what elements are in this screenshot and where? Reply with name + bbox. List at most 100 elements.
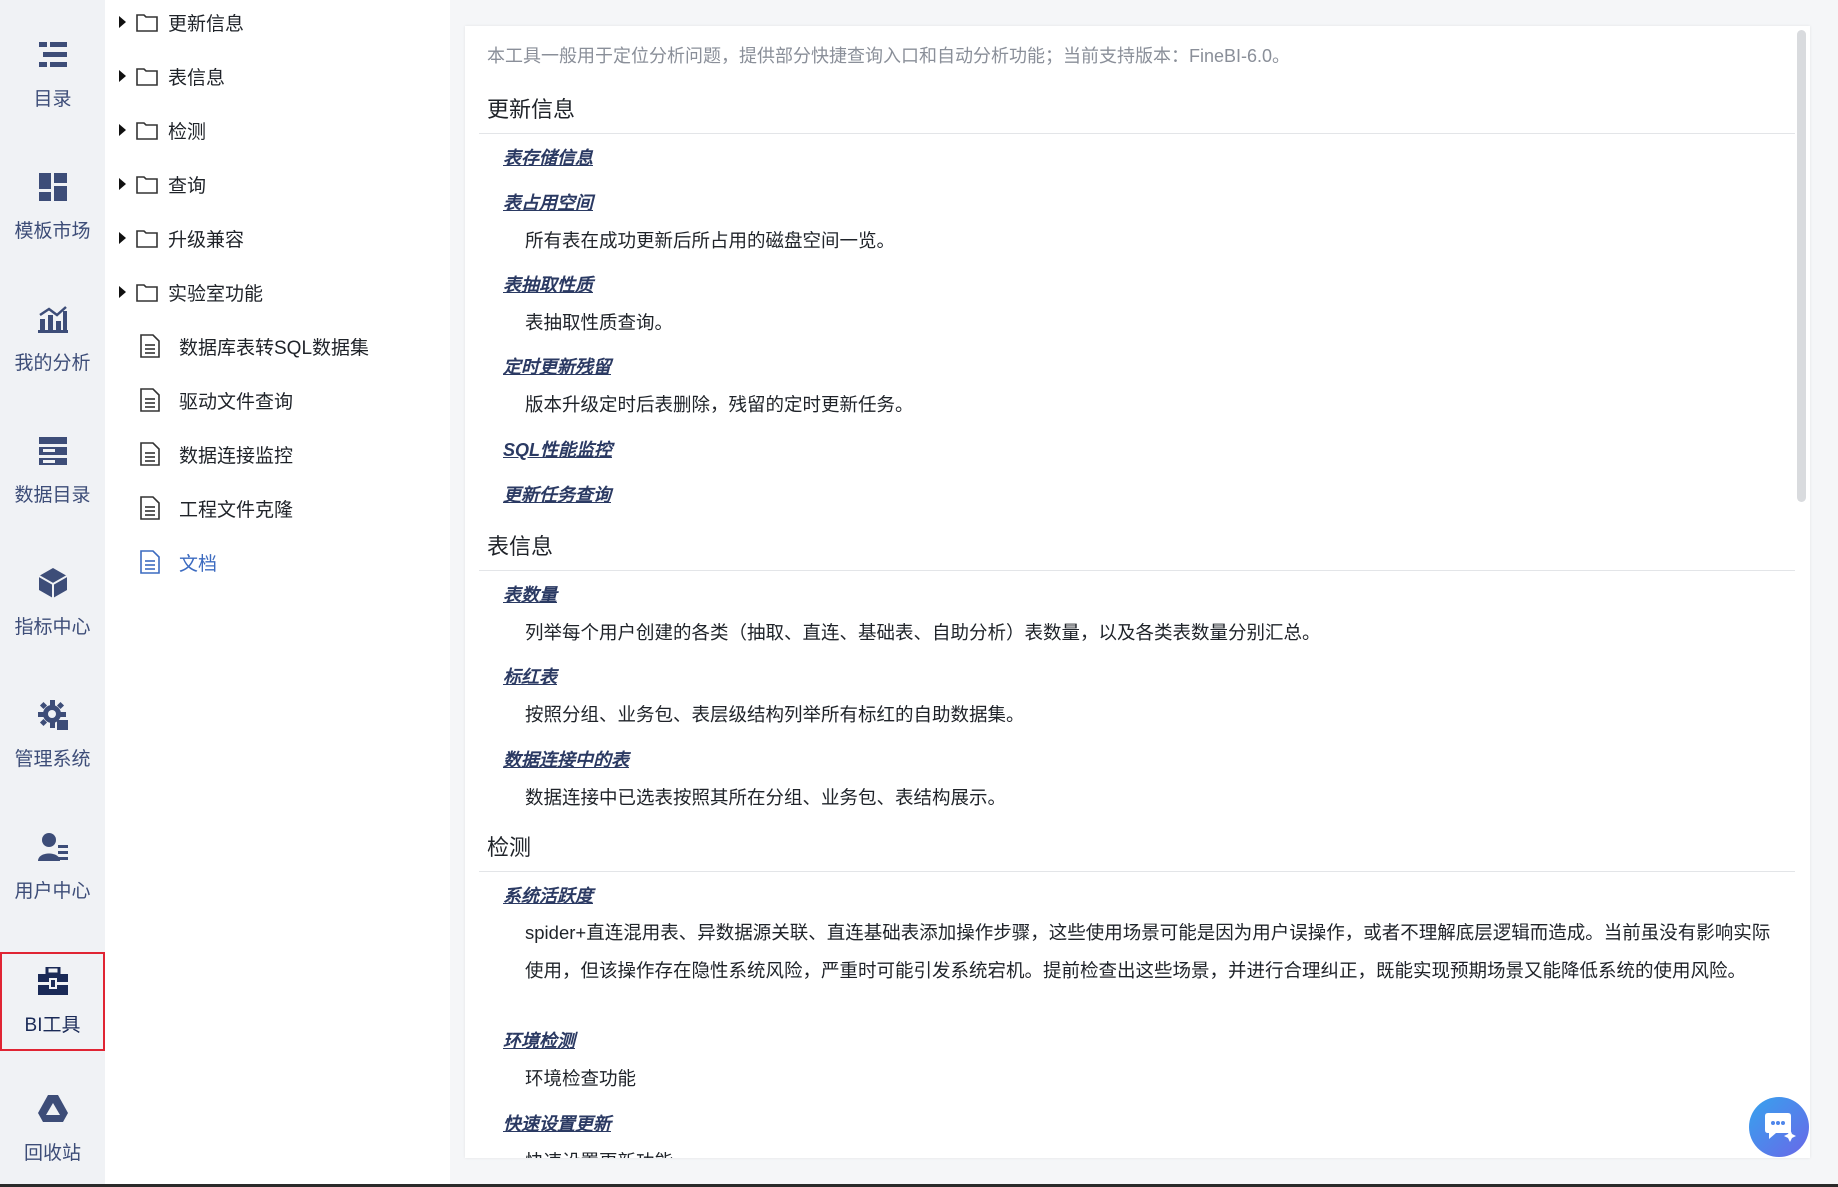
caret-right-icon[interactable] — [119, 124, 126, 136]
item-link-system-activity[interactable]: 系统活跃度 — [503, 882, 593, 908]
item-link-env-check[interactable]: 环境检测 — [503, 1027, 575, 1053]
nav-label: 指标中心 — [14, 617, 91, 638]
nav-item-metrics-center[interactable]: 指标中心 — [0, 554, 105, 653]
nav-item-bi-tools[interactable]: BI工具 — [0, 952, 105, 1051]
tree-file-label: 驱动文件查询 — [179, 391, 294, 413]
tree-folder-label: 查询 — [168, 175, 207, 197]
nav-item-my-analysis[interactable]: 我的分析 — [0, 290, 105, 389]
tree-folder-upgrade-compat[interactable]: 升级兼容 — [105, 218, 244, 258]
item-link-sql-monitor[interactable]: SQL性能监控 — [503, 436, 612, 462]
folder-icon — [136, 68, 158, 86]
nav-label: 目录 — [33, 89, 72, 110]
document-icon — [140, 496, 160, 520]
item-desc: 表抽取性质查询。 — [525, 312, 674, 333]
tree-file-label: 工程文件克隆 — [179, 499, 294, 521]
catalog-icon — [38, 40, 68, 70]
folder-icon — [136, 14, 158, 32]
tree-folder-detection[interactable]: 检测 — [105, 110, 206, 150]
tree-folder-label: 表信息 — [168, 67, 226, 89]
tree-file-project-clone[interactable]: 工程文件克隆 — [105, 488, 293, 528]
item-link-extract-nature[interactable]: 表抽取性质 — [503, 271, 593, 297]
tree-file-label: 数据库表转SQL数据集 — [179, 337, 370, 359]
data-catalog-icon — [38, 436, 68, 466]
section-divider — [479, 570, 1795, 571]
nav-item-data-catalog[interactable]: 数据目录 — [0, 422, 105, 521]
item-link-table-count[interactable]: 表数量 — [503, 581, 557, 607]
document-icon — [140, 550, 160, 574]
tree-file-label: 数据连接监控 — [179, 445, 294, 467]
caret-right-icon[interactable] — [119, 16, 126, 28]
tree-folder-table-info[interactable]: 表信息 — [105, 56, 225, 96]
tree-folder-query[interactable]: 查询 — [105, 164, 206, 204]
nav-item-management[interactable]: 管理系统 — [0, 686, 105, 785]
tree-folder-lab-features[interactable]: 实验室功能 — [105, 272, 263, 312]
item-desc: 数据连接中已选表按照其所在分组、业务包、表结构展示。 — [525, 787, 1007, 808]
document-icon — [140, 334, 160, 358]
left-nav: 目录 模板市场 我的分析 数据目录 指标中心 管理系统 用户中心 BI工具 回收… — [0, 0, 105, 1184]
item-link-connection-tables[interactable]: 数据连接中的表 — [503, 746, 629, 772]
item-link-table-space[interactable]: 表占用空间 — [503, 189, 593, 215]
document-icon — [140, 442, 160, 466]
doc-content-panel: 本工具一般用于定位分析问题，提供部分快捷查询入口和自动分析功能；当前支持版本：F… — [465, 26, 1810, 1158]
item-link-table-storage[interactable]: 表存储信息 — [503, 144, 593, 170]
content-scrollbar[interactable] — [1797, 30, 1806, 502]
item-desc: spider+直连混用表、异数据源关联、直连基础表添加操作步骤，这些使用场景可能… — [525, 922, 1771, 981]
item-link-red-tables[interactable]: 标红表 — [503, 663, 557, 689]
bi-tools-toolbox-icon — [37, 966, 68, 996]
caret-right-icon[interactable] — [119, 178, 126, 190]
template-market-icon — [38, 172, 68, 202]
nav-label: BI工具 — [24, 1015, 81, 1036]
nav-item-catalog[interactable]: 目录 — [0, 26, 105, 125]
item-desc: 列举每个用户创建的各类（抽取、直连、基础表、自助分析）表数量，以及各类表数量分别… — [525, 622, 1321, 643]
tree-file-driver-query[interactable]: 驱动文件查询 — [105, 380, 293, 420]
caret-right-icon[interactable] — [119, 70, 126, 82]
caret-right-icon[interactable] — [119, 232, 126, 244]
nav-item-recycle-bin[interactable]: 回收站 — [0, 1080, 105, 1179]
section-divider — [479, 871, 1795, 872]
tree-file-connection-monitor[interactable]: 数据连接监控 — [105, 434, 293, 474]
tree-file-db-to-sql[interactable]: 数据库表转SQL数据集 — [105, 326, 369, 366]
nav-label: 数据目录 — [14, 485, 91, 506]
recycle-bin-icon — [37, 1094, 68, 1124]
tree-file-documentation[interactable]: 文档 — [105, 542, 217, 582]
nav-label: 用户中心 — [14, 881, 91, 902]
item-desc: 快速设置更新功能 — [525, 1143, 1781, 1158]
item-link-quick-update[interactable]: 快速设置更新 — [503, 1110, 611, 1136]
nav-item-template-market[interactable]: 模板市场 — [0, 158, 105, 257]
nav-label: 回收站 — [23, 1143, 81, 1164]
folder-icon — [136, 230, 158, 248]
chat-assistant-icon — [1765, 1113, 1796, 1142]
tree-folder-label: 更新信息 — [168, 13, 245, 35]
tool-tree: 更新信息 表信息 检测 查询 升级兼容 实验室功能 数据库表转SQL数据集 驱动… — [105, 0, 450, 1184]
tree-folder-label: 升级兼容 — [168, 229, 245, 251]
section-title-update-info: 更新信息 — [487, 97, 576, 122]
app-root: 目录 模板市场 我的分析 数据目录 指标中心 管理系统 用户中心 BI工具 回收… — [0, 0, 1838, 1187]
nav-item-user-center[interactable]: 用户中心 — [0, 818, 105, 917]
item-link-update-task-query[interactable]: 更新任务查询 — [503, 481, 611, 507]
chat-assistant-button[interactable] — [1749, 1097, 1809, 1157]
item-desc: 所有表在成功更新后所占用的磁盘空间一览。 — [525, 230, 896, 251]
section-title-detection: 检测 — [487, 835, 532, 860]
my-analysis-icon — [37, 304, 68, 334]
item-desc: 环境检查功能 — [525, 1068, 637, 1089]
tree-folder-label: 检测 — [168, 121, 207, 143]
section-title-table-info: 表信息 — [487, 534, 554, 559]
item-desc: 版本升级定时后表删除，残留的定时更新任务。 — [525, 394, 914, 415]
tree-folder-label: 实验室功能 — [168, 283, 264, 305]
item-link-scheduled-residue[interactable]: 定时更新残留 — [503, 353, 611, 379]
section-divider — [479, 133, 1795, 134]
folder-icon — [136, 122, 158, 140]
metrics-center-icon — [38, 568, 68, 598]
folder-icon — [136, 176, 158, 194]
caret-right-icon[interactable] — [119, 286, 126, 298]
document-icon — [140, 388, 160, 412]
user-center-icon — [37, 832, 68, 862]
tree-file-label: 文档 — [179, 553, 218, 575]
folder-icon — [136, 284, 158, 302]
item-desc: 按照分组、业务包、表层级结构列举所有标红的自助数据集。 — [525, 704, 1025, 725]
nav-label: 模板市场 — [14, 221, 91, 242]
intro-text: 本工具一般用于定位分析问题，提供部分快捷查询入口和自动分析功能；当前支持版本：F… — [487, 46, 1291, 66]
management-gear-icon — [37, 700, 68, 730]
nav-label: 管理系统 — [14, 749, 91, 770]
tree-folder-update-info[interactable]: 更新信息 — [105, 2, 244, 42]
